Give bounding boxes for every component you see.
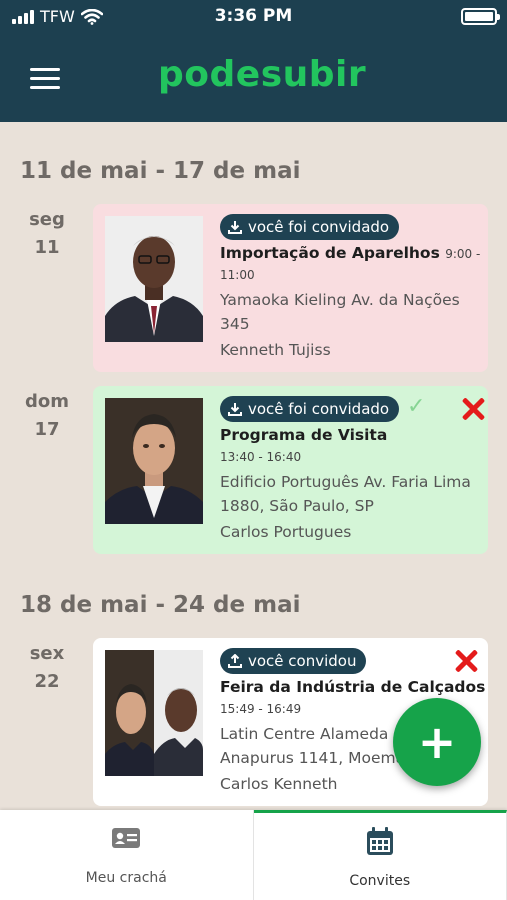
daynum-label: 17	[34, 419, 60, 440]
daynum-label: 22	[34, 671, 60, 692]
weekday-label: sex	[29, 643, 65, 664]
menu-icon[interactable]	[30, 68, 60, 90]
event-time: 13:40 - 16:40	[220, 450, 302, 464]
app-header: podesubir	[0, 34, 507, 122]
badge-label: você convidou	[248, 652, 357, 670]
status-time: 3:36 PM	[214, 6, 293, 26]
event-people: Kenneth Tujiss	[220, 341, 331, 359]
event-people: Carlos Portugues	[220, 523, 352, 541]
person-photo	[105, 398, 203, 524]
add-invite-button[interactable]: +	[393, 698, 481, 786]
event-address-line2: Anapurus 1141, Moema	[220, 749, 406, 767]
bottom-nav: Meu crachá Convites	[0, 810, 507, 900]
badge-label: você foi convidado	[248, 400, 390, 418]
reject-icon[interactable]	[461, 397, 485, 421]
week-header: 18 de mai - 24 de mai	[20, 592, 301, 618]
event-title: Feira da Indústria de Calçados	[220, 678, 486, 696]
event-title: Importação de Aparelhos	[220, 244, 440, 262]
event-time-start: 9:00 -	[445, 247, 481, 261]
daynum-label: 11	[34, 237, 60, 258]
event-address-line1: Edificio Português Av. Faria Lima	[220, 473, 471, 491]
event-day: dom 17	[14, 388, 80, 444]
event-card[interactable]: você foi convidado ✓ Programa de Visita …	[93, 386, 488, 554]
cancel-icon[interactable]	[454, 649, 478, 673]
battery-icon	[461, 8, 500, 25]
event-address-line1: Yamaoka Kieling Av. da Nações	[220, 291, 460, 309]
status-bar: TFW 3:36 PM	[0, 0, 507, 34]
weekday-label: seg	[29, 209, 65, 230]
person-photo	[105, 216, 203, 342]
event-title-line: Importação de Aparelhos 9:00 -	[220, 244, 480, 262]
tab-meu-cracha[interactable]: Meu crachá	[0, 810, 254, 900]
event-time: 15:49 - 16:49	[220, 702, 302, 716]
event-people: Carlos Kenneth	[220, 775, 338, 793]
id-card-icon	[112, 828, 141, 848]
tab-convites[interactable]: Convites	[253, 810, 507, 900]
event-address-line2: 345	[220, 315, 250, 333]
invite-status-badge: você foi convidado	[220, 396, 400, 422]
event-address-line1: Latin Centre Alameda	[220, 725, 389, 743]
invite-status-badge: você foi convidado	[220, 214, 400, 240]
tab-label: Convites	[349, 873, 411, 889]
event-card[interactable]: você foi convidado Importação de Aparelh…	[93, 204, 488, 372]
invite-status-badge: você convidou	[220, 648, 367, 674]
people-photo	[105, 650, 203, 776]
download-icon	[228, 221, 242, 234]
badge-label: você foi convidado	[248, 218, 390, 236]
weekday-label: dom	[24, 391, 69, 412]
event-time-end: 11:00	[220, 268, 255, 282]
week-header: 11 de mai - 17 de mai	[20, 158, 301, 184]
upload-icon	[228, 654, 242, 668]
app-logo: podesubir	[158, 54, 367, 95]
event-address-line2: 1880, São Paulo, SP	[220, 497, 374, 515]
event-day: seg 11	[14, 206, 80, 262]
calendar-icon	[366, 827, 393, 855]
event-title: Programa de Visita	[220, 426, 388, 444]
download-icon	[228, 403, 242, 416]
accept-check-icon[interactable]: ✓	[407, 394, 425, 419]
event-day: sex 22	[14, 640, 80, 696]
tab-label: Meu crachá	[85, 870, 167, 886]
